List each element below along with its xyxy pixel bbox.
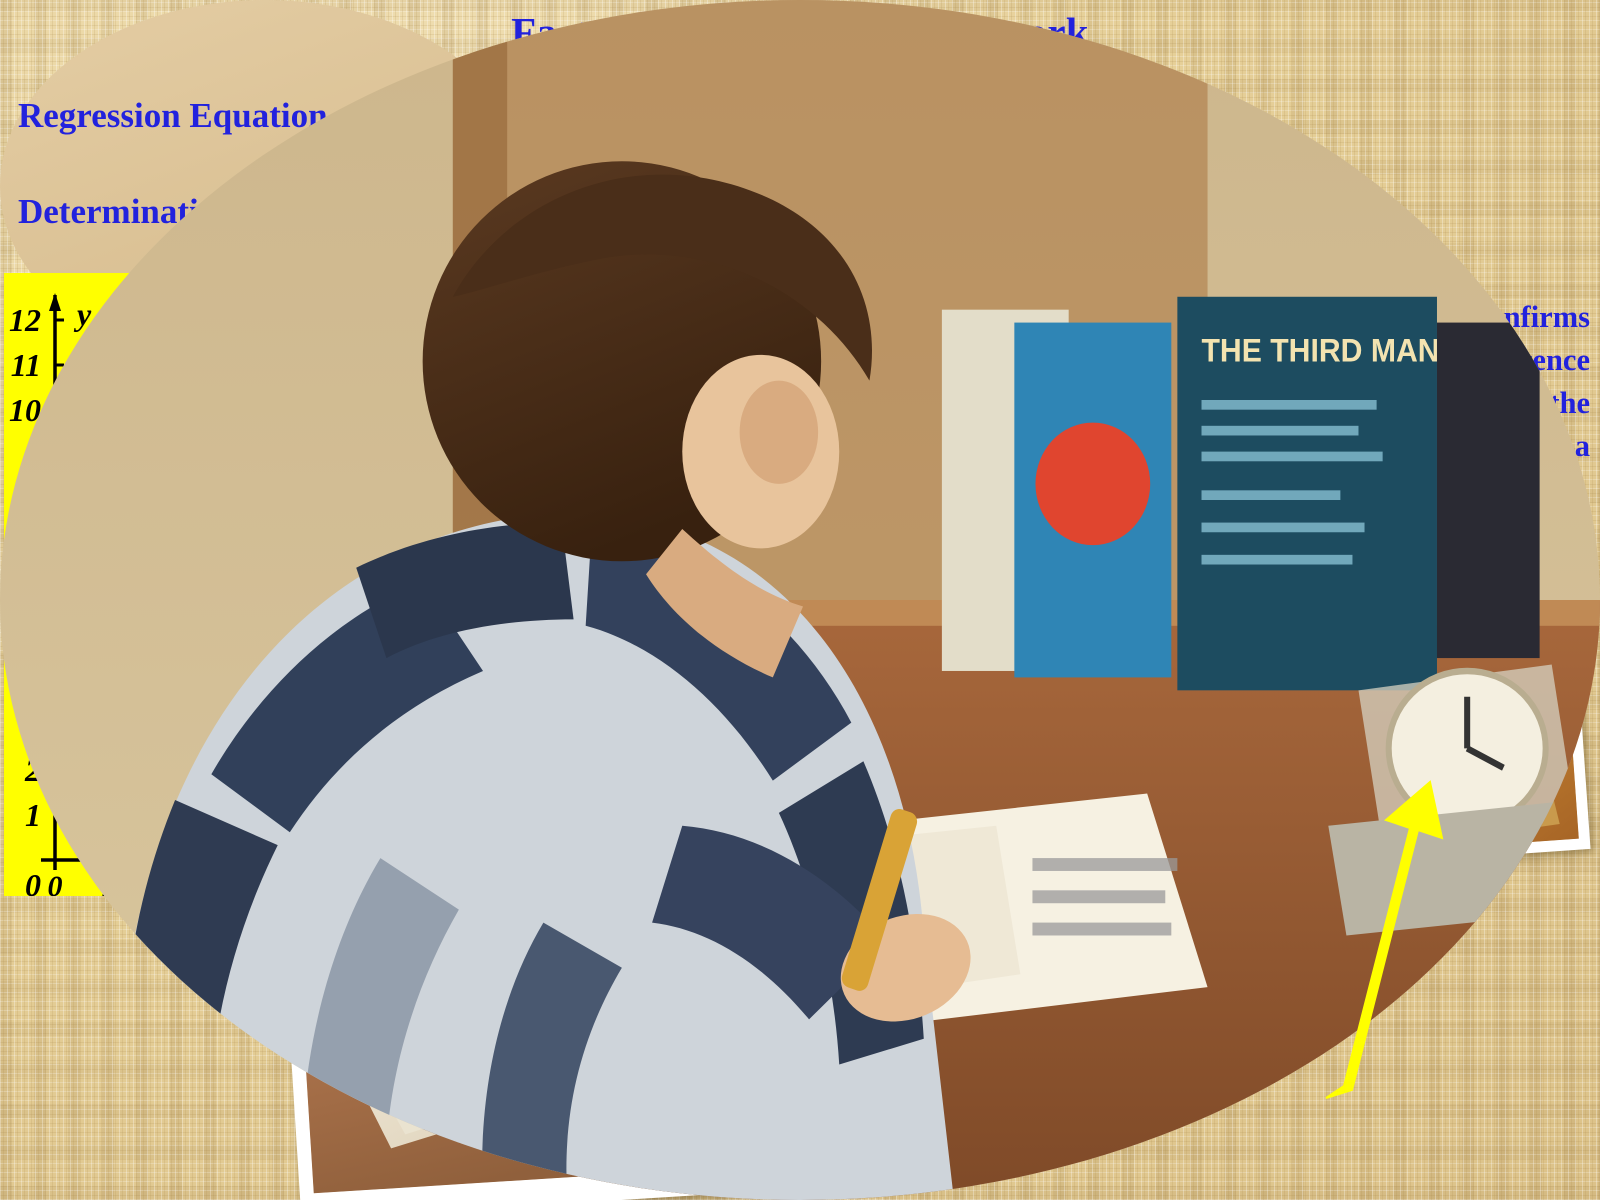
x-axis-tick-label: 0	[48, 870, 63, 896]
origin-label: 0	[25, 867, 41, 896]
pointer-arrow-icon	[1325, 780, 1444, 1099]
y-axis-tick-label: 11	[11, 347, 41, 383]
y-axis-arrowhead	[49, 293, 61, 311]
slide-canvas: Factor No. 2: Time of homework Regressio…	[0, 0, 1600, 1200]
regression-equation-label: Regression Equation	[18, 96, 328, 135]
y-axis-tick-label: 1	[25, 797, 41, 833]
y-axis-tick-label: 12	[9, 302, 41, 338]
